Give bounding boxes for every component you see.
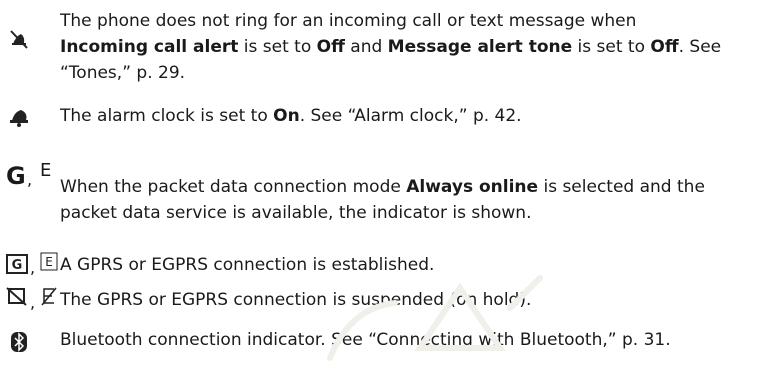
egprs-established-letter: E [45,255,53,269]
gprs-established-letter: G [12,258,23,273]
separator-comma: , [27,170,33,189]
indicator-description: The phone does not ring for an incoming … [60,11,722,83]
egprs-letter-icon: E [40,160,52,181]
bluetooth-icon [11,332,27,352]
indicator-description: The GPRS or EGPRS connection is suspende… [60,290,532,310]
indicator-description: Bluetooth connection indicator. See “Con… [60,330,671,350]
alarm-bell-icon [10,110,28,127]
silent-bell-icon [10,30,28,49]
indicator-description: When the packet data connection mode Alw… [60,177,705,223]
separator-comma: , [30,293,36,312]
indicator-description: The alarm clock is set to On. See “Alarm… [60,106,522,126]
separator-comma: , [30,258,36,277]
indicator-description: A GPRS or EGPRS connection is establishe… [60,255,435,275]
suspended-egprs-icon [41,287,57,306]
egprs-established-icon: E [40,252,58,271]
gprs-letter-icon: G [6,162,26,190]
suspended-gprs-icon [6,287,27,306]
gprs-established-icon: G [6,254,28,274]
